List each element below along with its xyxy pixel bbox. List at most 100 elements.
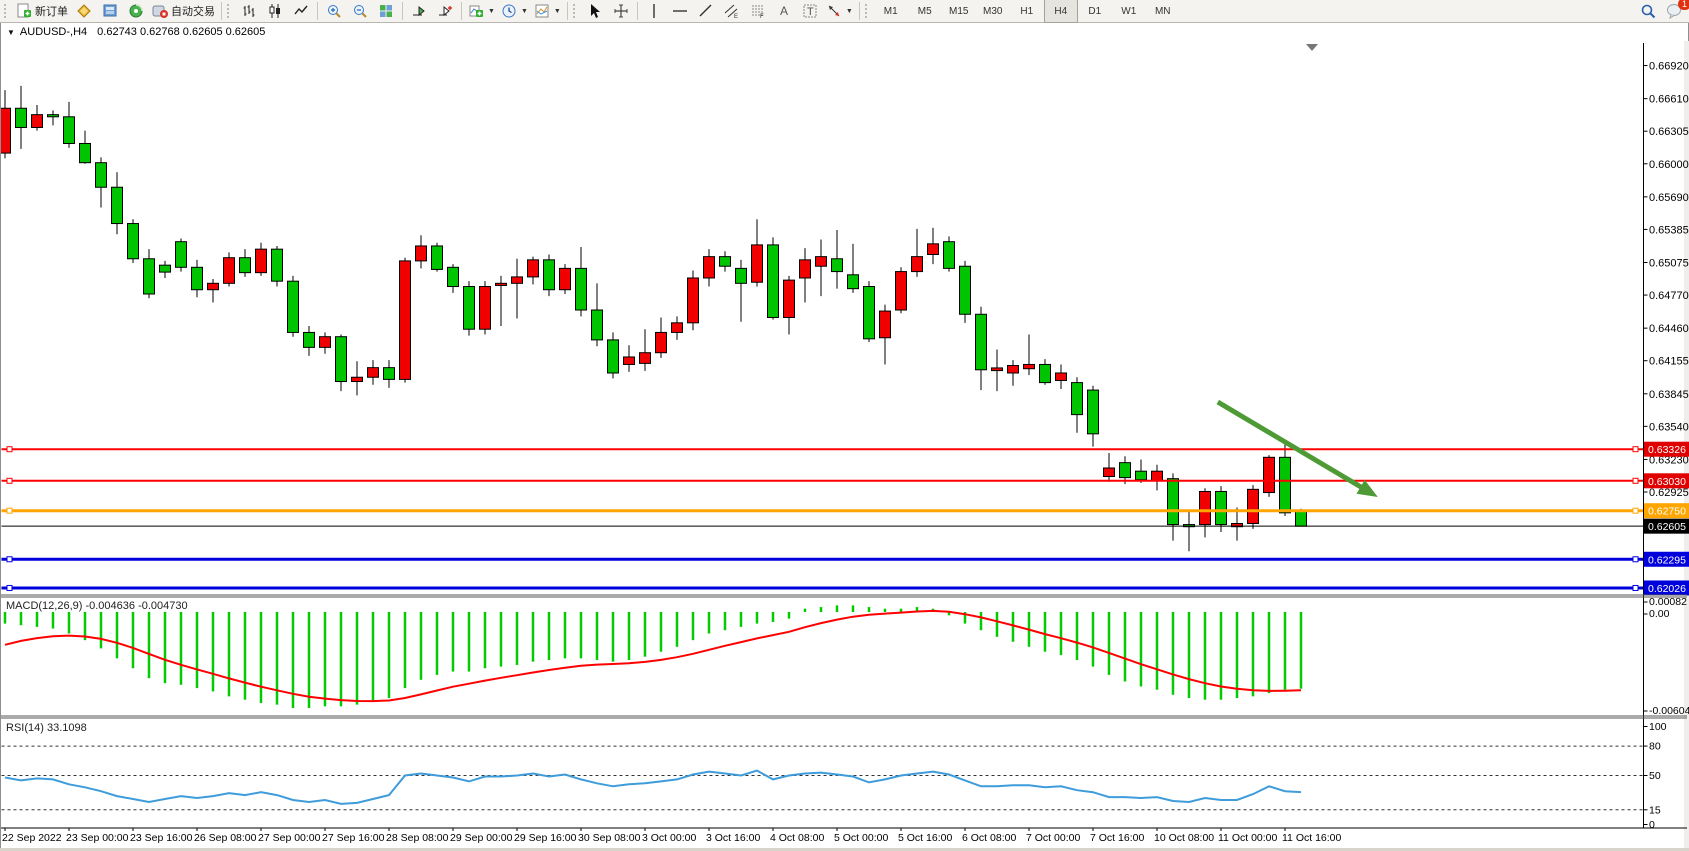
new-order-label: 新订单 <box>35 3 68 19</box>
line-handle[interactable] <box>1633 478 1638 483</box>
arrows-tool-button[interactable]: ▼ <box>823 0 856 22</box>
candle <box>976 314 987 370</box>
candle <box>864 287 875 339</box>
text-label-tool-button[interactable]: T <box>797 0 823 22</box>
macd-histogram-bar <box>420 612 423 680</box>
arrows-icon <box>826 3 842 19</box>
chart-canvas[interactable]: 0.672250.669200.666100.663050.660000.656… <box>0 0 1689 851</box>
candle <box>960 266 971 314</box>
candle <box>288 281 299 332</box>
macd-histogram-bar <box>1252 612 1255 696</box>
candle <box>416 246 427 261</box>
periods-button[interactable]: ▼ <box>498 0 531 22</box>
line-chart-button[interactable] <box>288 0 314 22</box>
chart-menu-icon[interactable]: ▼ <box>7 28 15 37</box>
cursor-tool-button[interactable] <box>582 0 608 22</box>
candlestick-chart-button[interactable] <box>262 0 288 22</box>
timeframe-h4[interactable]: H4 <box>1044 0 1078 23</box>
line-handle[interactable] <box>7 508 12 513</box>
timeframe-m30[interactable]: M30 <box>976 0 1010 23</box>
crosshair-tool-button[interactable] <box>608 0 634 22</box>
candle <box>816 257 827 267</box>
time-axis-label: 27 Sep 00:00 <box>258 832 321 844</box>
macd-histogram-bar <box>580 612 583 658</box>
zoom-in-button[interactable] <box>321 0 347 22</box>
timeframe-m5[interactable]: M5 <box>908 0 942 23</box>
timeframe-w1[interactable]: W1 <box>1112 0 1146 23</box>
line-handle[interactable] <box>1633 447 1638 452</box>
line-handle[interactable] <box>7 585 12 590</box>
toolbar-grip <box>4 4 9 18</box>
market-watch-button[interactable] <box>97 0 123 22</box>
templates-button[interactable]: ▼ <box>531 0 564 22</box>
market-watch-icon <box>102 3 118 19</box>
bar-chart-button[interactable] <box>236 0 262 22</box>
rsi-axis-label: 0 <box>1649 819 1655 831</box>
line-handle[interactable] <box>7 557 12 562</box>
macd-histogram-bar <box>884 609 887 612</box>
autotrading-button[interactable]: 自动交易 <box>149 0 218 22</box>
macd-histogram-bar <box>804 609 807 612</box>
fibonacci-tool-button[interactable]: F <box>745 0 771 22</box>
price-axis-label: 0.65385 <box>1649 224 1689 236</box>
timeframe-m15[interactable]: M15 <box>942 0 976 23</box>
macd-histogram-bar <box>68 612 71 634</box>
price-axis-label: 0.66000 <box>1649 159 1689 171</box>
timeframe-mn[interactable]: MN <box>1146 0 1180 23</box>
trendline-tool-button[interactable] <box>693 0 719 22</box>
notification-badge: 1 <box>1678 0 1689 10</box>
candle <box>304 332 315 347</box>
templates-icon <box>534 3 550 19</box>
tile-windows-button[interactable] <box>373 0 399 22</box>
macd-histogram-bar <box>1140 612 1143 686</box>
price-badge-label: 0.62295 <box>1648 554 1686 566</box>
macd-histogram-bar <box>708 612 711 634</box>
candle <box>560 268 571 289</box>
candle <box>1248 489 1259 523</box>
timeframe-d1[interactable]: D1 <box>1078 0 1112 23</box>
signals-button[interactable] <box>123 0 149 22</box>
candle <box>880 311 891 338</box>
zoom-in-icon <box>326 3 342 19</box>
macd-histogram-bar <box>1092 612 1095 667</box>
chart-background[interactable] <box>0 40 1687 848</box>
timeframe-m1[interactable]: M1 <box>874 0 908 23</box>
macd-histogram-bar <box>1236 612 1239 698</box>
candle <box>720 257 731 267</box>
line-handle[interactable] <box>7 447 12 452</box>
candle <box>1280 457 1291 513</box>
macd-histogram-bar <box>164 612 167 683</box>
quotes-button[interactable] <box>71 0 97 22</box>
toolbar-separator <box>859 2 860 20</box>
line-handle[interactable] <box>7 478 12 483</box>
macd-histogram-bar <box>1060 612 1063 655</box>
text-tool-button[interactable]: A <box>771 0 797 22</box>
vertical-line-tool-button[interactable] <box>641 0 667 22</box>
line-handle[interactable] <box>1633 508 1638 513</box>
macd-histogram-bar <box>244 612 247 700</box>
new-order-button[interactable]: 新订单 <box>13 0 71 22</box>
chart-symbol-period: AUDUSD-,H4 <box>20 26 87 38</box>
line-handle[interactable] <box>1633 557 1638 562</box>
candle <box>1088 390 1099 434</box>
chat-button[interactable]: 1 <box>1661 0 1687 22</box>
macd-histogram-bar <box>100 612 103 648</box>
macd-label: MACD(12,26,9) -0.004636 -0.004730 <box>6 600 188 612</box>
zoom-out-button[interactable] <box>347 0 373 22</box>
gold-diamond-icon <box>76 3 92 19</box>
candle <box>1040 364 1051 382</box>
macd-histogram-bar <box>692 612 695 640</box>
clock-icon <box>501 3 517 19</box>
time-axis-label: 10 Oct 08:00 <box>1154 832 1214 844</box>
channel-tool-button[interactable]: E <box>719 0 745 22</box>
candle <box>656 332 667 352</box>
chart-shift-button[interactable] <box>432 0 458 22</box>
auto-scroll-button[interactable] <box>406 0 432 22</box>
candle <box>1008 366 1019 373</box>
horizontal-line-tool-button[interactable] <box>667 0 693 22</box>
search-button[interactable] <box>1635 0 1661 22</box>
line-handle[interactable] <box>1633 585 1638 590</box>
indicators-button[interactable]: ▼ <box>465 0 498 22</box>
macd-histogram-bar <box>740 612 743 627</box>
timeframe-h1[interactable]: H1 <box>1010 0 1044 23</box>
